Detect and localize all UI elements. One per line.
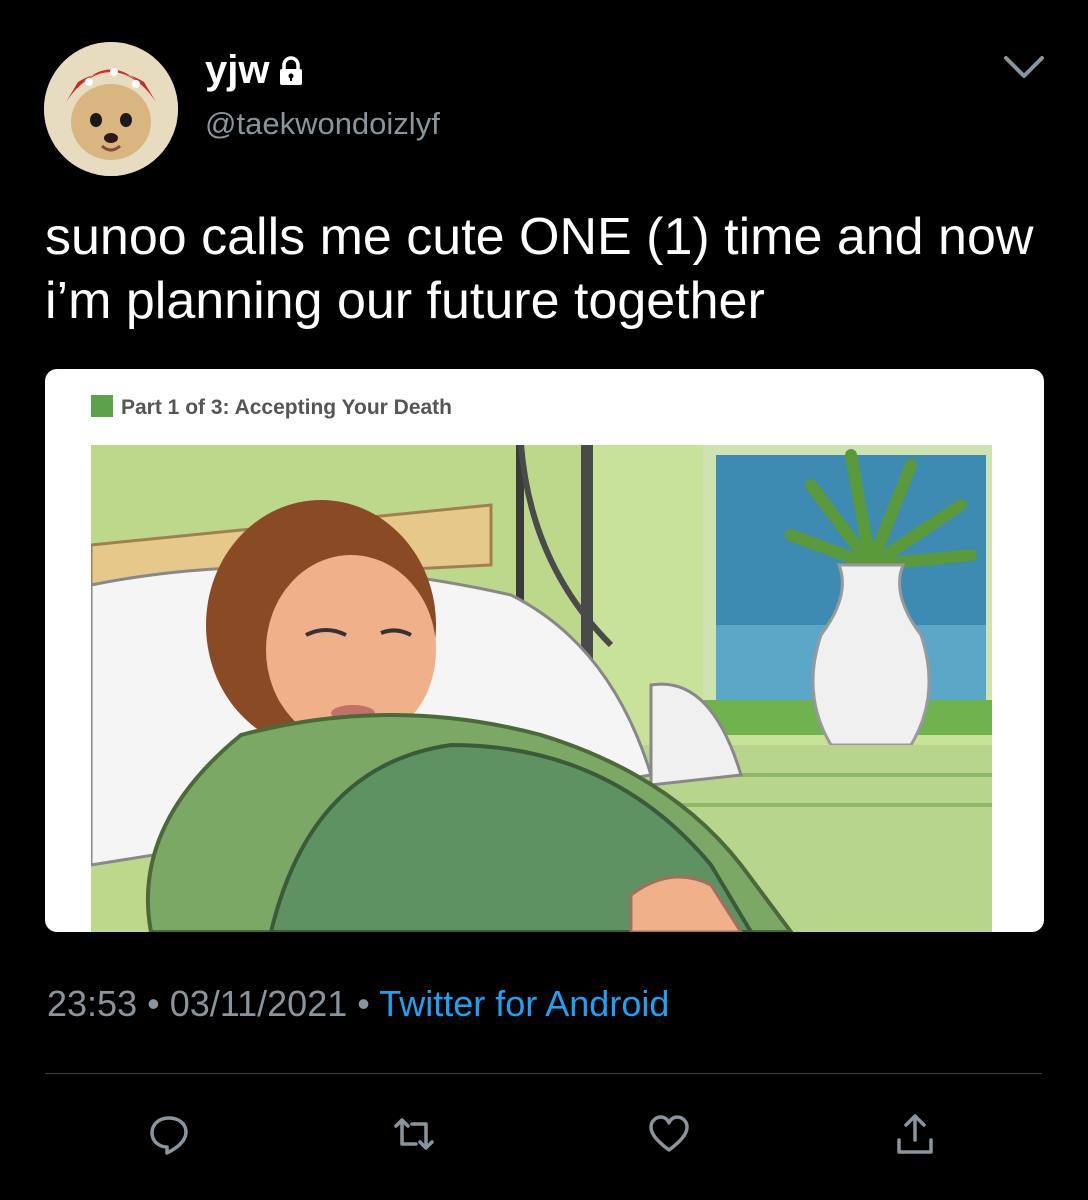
hospital-bed-illustration: [91, 445, 992, 932]
reply-icon[interactable]: [147, 1112, 191, 1156]
tweet-meta: 23:53 • 03/11/2021 • Twitter for Android: [47, 983, 669, 1025]
lock-icon: [280, 55, 303, 85]
meta-separator: •: [147, 983, 160, 1024]
retweet-icon[interactable]: [392, 1112, 436, 1156]
tweet-media[interactable]: Part 1 of 3: Accepting Your Death: [45, 369, 1044, 932]
author-handle[interactable]: @taekwondoizlyf: [205, 106, 440, 142]
chevron-down-icon[interactable]: [1000, 48, 1048, 84]
avatar[interactable]: [44, 42, 178, 176]
avatar-image: [44, 42, 178, 176]
caption-marker: [91, 395, 113, 417]
divider: [45, 1073, 1042, 1074]
tweet-source-link[interactable]: Twitter for Android: [379, 983, 669, 1024]
author-name[interactable]: yjw: [205, 48, 269, 93]
meta-separator: •: [357, 983, 370, 1024]
share-icon[interactable]: [893, 1112, 937, 1156]
author-name-row[interactable]: yjw: [205, 48, 305, 93]
like-icon[interactable]: [647, 1112, 691, 1156]
tweet-time: 23:53: [47, 983, 138, 1024]
media-caption: Part 1 of 3: Accepting Your Death: [121, 396, 453, 419]
tweet-date: 03/11/2021: [169, 983, 348, 1024]
tweet-text: sunoo calls me cute ONE (1) time and now…: [45, 208, 1034, 330]
